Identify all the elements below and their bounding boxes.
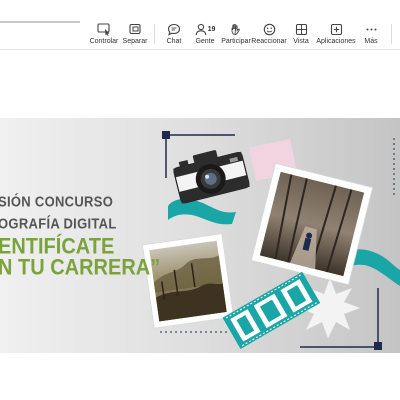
view-label: Vista (293, 38, 309, 45)
participate-button[interactable]: Participar (221, 22, 251, 48)
toolbar-separator-end (391, 24, 392, 44)
meeting-toolbar: Controlar Separar Chat 19 Gente Particip… (0, 0, 400, 50)
smiley-icon (263, 22, 276, 36)
participate-label: Participar (221, 38, 251, 45)
react-button[interactable]: Reaccionar (251, 22, 287, 48)
people-label: Gente (195, 38, 215, 45)
toolbar-separator (154, 24, 155, 44)
more-button[interactable]: Más (361, 22, 381, 48)
frame-corner-bottom-right (374, 342, 382, 350)
chat-icon (167, 22, 181, 36)
people-icon (195, 23, 206, 35)
apps-label: Aplicaciones (316, 38, 356, 45)
separate-icon (128, 22, 142, 36)
separate-label: Separar (122, 38, 148, 45)
people-count: 19 (207, 25, 216, 33)
control-label: Controlar (89, 38, 119, 45)
toolbar-left-divider (0, 21, 80, 23)
separate-button[interactable]: Separar (121, 22, 149, 48)
chat-button[interactable]: Chat (163, 22, 185, 48)
chat-label: Chat (166, 38, 182, 45)
slide-title-line-4: N TU CARRERA” (0, 255, 161, 281)
grid-icon (295, 22, 308, 36)
people-icon-group: 19 (195, 22, 216, 36)
more-icon (365, 22, 378, 36)
slide-title-line-2: OGRAFÍA DIGITAL (0, 214, 117, 233)
view-button[interactable]: Vista (291, 22, 311, 48)
add-app-icon (330, 22, 343, 36)
apps-button[interactable]: Aplicaciones (316, 22, 356, 48)
raise-hand-icon (230, 22, 243, 36)
control-icon (97, 22, 111, 36)
frame-corner-top-left (162, 131, 170, 139)
people-button[interactable]: 19 Gente (192, 22, 218, 48)
more-label: Más (364, 38, 378, 45)
slide-title-line-1: SIÓN CONCURSO (0, 192, 114, 211)
react-label: Reaccionar (251, 38, 287, 45)
control-button[interactable]: Controlar (89, 22, 119, 48)
shared-slide: SIÓN CONCURSO OGRAFÍA DIGITAL ENTIFÍCATE… (0, 118, 400, 353)
